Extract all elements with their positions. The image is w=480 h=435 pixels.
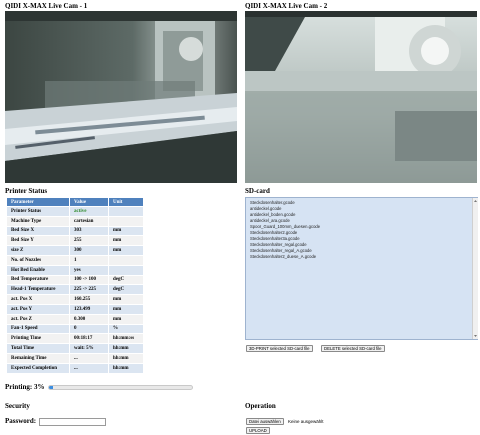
printer-status-table: Parameter Value Unit Printer Status activ…	[6, 197, 144, 374]
table-row: Printing Time 00:18:17 hh:mm:ss	[7, 334, 143, 344]
value-cell: ...	[70, 363, 108, 373]
unit-cell: mm	[109, 295, 143, 304]
table-row: Total Time wait: 5% hh:mm	[7, 344, 143, 353]
value-cell: 100 -> 100	[70, 275, 108, 285]
delete-sd-file-button[interactable]: DELETE selected SD-card file	[321, 345, 385, 352]
value-cell: wait: 5%	[70, 344, 108, 353]
table-row: Bed Temperature 100 -> 100 degC	[7, 275, 143, 285]
value-cell: 160.255	[70, 295, 108, 304]
value-cell: active	[70, 207, 108, 216]
unit-cell	[109, 255, 143, 265]
param-cell: Hot Bed Enable	[7, 265, 69, 275]
value-cell: yes	[70, 265, 108, 275]
progress-label: Printing: 3%	[5, 383, 45, 391]
value-cell: ...	[70, 353, 108, 363]
value-cell: 00:18:17	[70, 334, 108, 344]
camera-1-image	[5, 11, 237, 183]
unit-cell: hh:mm	[109, 353, 143, 363]
progress-bar-fill	[49, 386, 54, 389]
table-row: act. Pos Y 123.499 mm	[7, 304, 143, 314]
value-cell: cartesian	[70, 216, 108, 226]
table-row: Bed Size Y 255 mm	[7, 236, 143, 246]
value-cell: 300	[70, 246, 108, 255]
unit-cell	[109, 216, 143, 226]
param-cell: Bed Size Y	[7, 236, 69, 246]
column-header-parameter: Parameter	[7, 198, 69, 206]
value-cell: 123.499	[70, 304, 108, 314]
table-row: Printer Status active	[7, 207, 143, 216]
param-cell: Head-1 Temperature	[7, 285, 69, 295]
operation-title: Operation	[245, 402, 276, 410]
sd-card-title: SD-card	[245, 187, 270, 195]
camera-1-title: QIDI X-MAX Live Cam - 1	[5, 2, 88, 10]
value-cell: 0	[70, 324, 108, 334]
unit-cell: mm	[109, 304, 143, 314]
unit-cell: hh:mm	[109, 344, 143, 353]
table-header-row: Parameter Value Unit	[7, 198, 143, 206]
value-cell: 1	[70, 255, 108, 265]
security-title: Security	[5, 402, 30, 410]
value-cell: 255	[70, 236, 108, 246]
table-row: size Z 300 mm	[7, 246, 143, 255]
table-row: act. Pos X 160.255 mm	[7, 295, 143, 304]
table-row: Machine Type cartesian	[7, 216, 143, 226]
print-sd-file-button[interactable]: 3D-PRINT selected SD-card file	[246, 345, 313, 352]
param-cell: Expected Completion	[7, 363, 69, 373]
param-cell: No. of Nozzles	[7, 255, 69, 265]
unit-cell: mm	[109, 314, 143, 324]
param-cell: Bed Temperature	[7, 275, 69, 285]
param-cell: size Z	[7, 246, 69, 255]
password-input[interactable]	[39, 418, 106, 426]
password-label: Password:	[5, 417, 37, 425]
printer-status-title: Printer Status	[5, 187, 48, 195]
unit-cell	[109, 207, 143, 216]
param-cell: Printer Status	[7, 207, 69, 216]
scrollbar-arrows	[474, 200, 477, 337]
table-row: Head-1 Temperature 225 -> 225 degC	[7, 285, 143, 295]
table-row: No. of Nozzles 1	[7, 255, 143, 265]
unit-cell: %	[109, 324, 143, 334]
table-row: act. Pos Z 0.300 mm	[7, 314, 143, 324]
camera-2-title: QIDI X-MAX Live Cam - 2	[245, 2, 328, 10]
value-cell: 0.300	[70, 314, 108, 324]
table-row: Hot Bed Enable yes	[7, 265, 143, 275]
unit-cell: degC	[109, 285, 143, 295]
camera-2-image	[245, 11, 477, 183]
table-row: Fan-1 Speed 0%	[7, 324, 143, 334]
scroll-down-icon	[474, 335, 477, 337]
camera-1-feed	[5, 11, 237, 183]
param-cell: Bed Size X	[7, 226, 69, 236]
param-cell: act. Pos Y	[7, 304, 69, 314]
table-row: Expected Completion... hh:mm	[7, 363, 143, 373]
param-cell: act. Pos X	[7, 295, 69, 304]
sd-card-scrollbar[interactable]	[472, 198, 478, 339]
param-cell: Fan-1 Speed	[7, 324, 69, 334]
table-row: Bed Size X 303 mm	[7, 226, 143, 236]
sd-card-file-list[interactable]: Steckdosenhalter.gcode antideckel.gcode …	[245, 197, 478, 340]
unit-cell: hh:mm:ss	[109, 334, 143, 344]
value-cell: 225 -> 225	[70, 285, 108, 295]
unit-cell: mm	[109, 246, 143, 255]
unit-cell: mm	[109, 226, 143, 236]
no-file-chosen-text: Keine ausgewählt	[288, 419, 324, 424]
scroll-up-icon	[474, 200, 477, 202]
param-cell: Printing Time	[7, 334, 69, 344]
table-row: Remaining Time... hh:mm	[7, 353, 143, 363]
param-cell: Remaining Time	[7, 353, 69, 363]
unit-cell: degC	[109, 275, 143, 285]
column-header-unit: Unit	[109, 198, 143, 206]
list-item[interactable]: Steckdosenhalter2_duese_A.gcode	[250, 254, 473, 260]
upload-button[interactable]: UPLOAD	[246, 427, 270, 434]
progress-bar	[48, 385, 193, 390]
unit-cell	[109, 265, 143, 275]
unit-cell: mm	[109, 236, 143, 246]
unit-cell: hh:mm	[109, 363, 143, 373]
param-cell: Total Time	[7, 344, 69, 353]
param-cell: act. Pos Z	[7, 314, 69, 324]
column-header-value: Value	[70, 198, 108, 206]
camera-2-feed	[245, 11, 477, 183]
value-cell: 303	[70, 226, 108, 236]
param-cell: Machine Type	[7, 216, 69, 226]
choose-file-button[interactable]: Datei auswählen	[246, 418, 284, 425]
